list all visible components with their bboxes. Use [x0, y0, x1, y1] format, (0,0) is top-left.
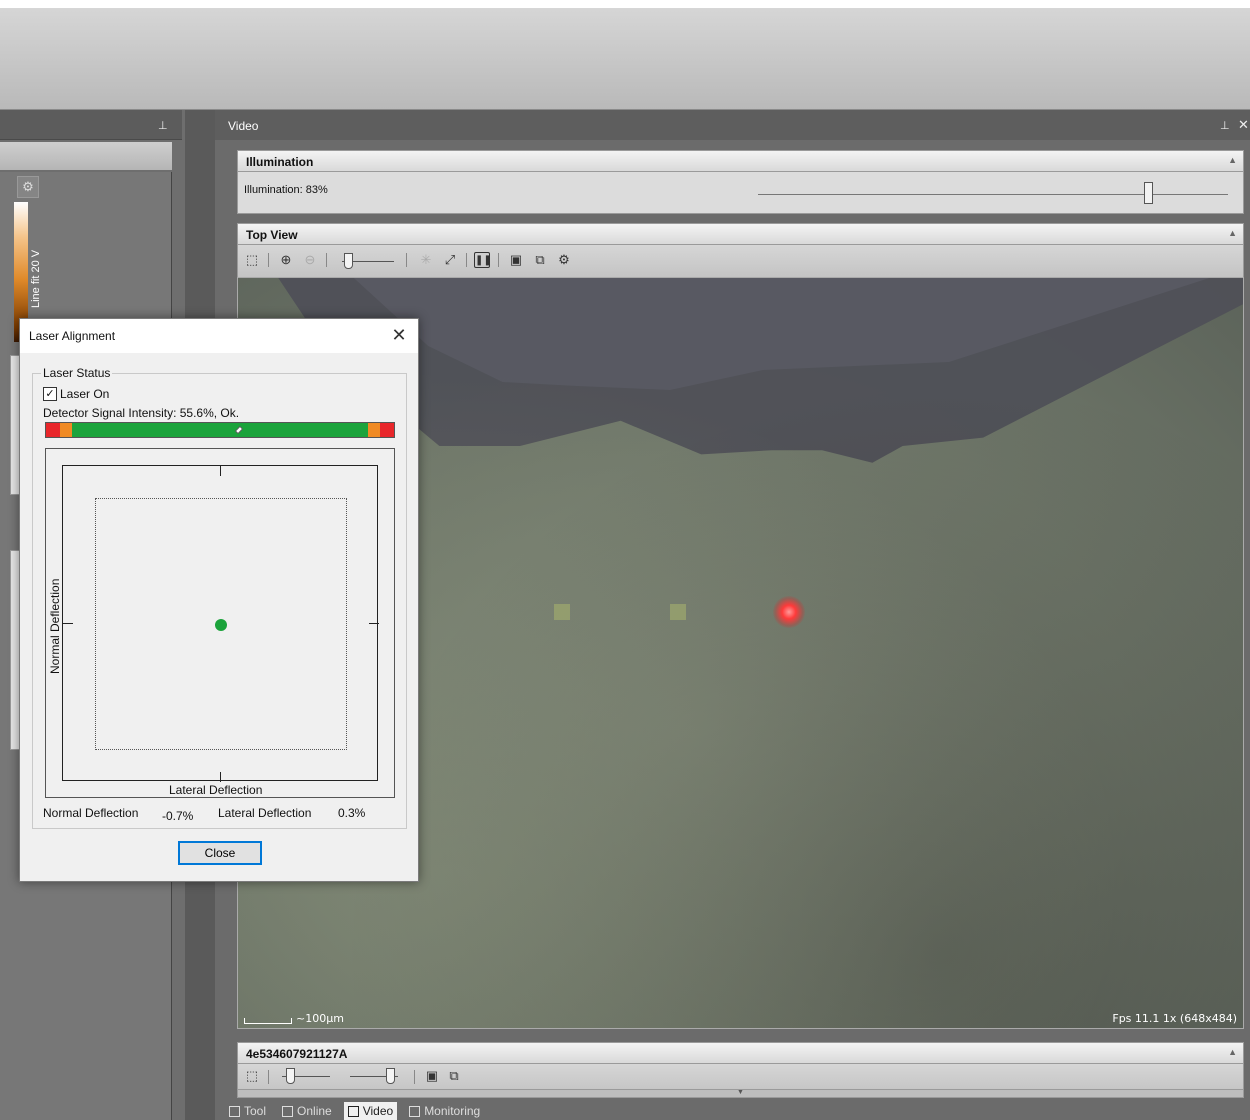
dialog-titlebar[interactable]: Laser Alignment ✕: [20, 319, 418, 353]
plot-tick: [220, 772, 221, 782]
checkbox-box[interactable]: ✓: [43, 387, 57, 401]
normal-deflection-value: -0.7%: [162, 809, 194, 823]
tab-label: Online: [297, 1104, 332, 1118]
toolbar-separator: [498, 253, 499, 267]
fps-label: Fps 11.1 1x (648x484): [1112, 1012, 1237, 1025]
tab-video[interactable]: Video: [343, 1102, 398, 1120]
deflection-plot: Normal Deflection Lateral Deflection: [45, 448, 395, 798]
ribbon-area: [0, 0, 1250, 110]
signal-warn-high: [368, 423, 380, 437]
tab-label: Monitoring: [424, 1104, 481, 1118]
signal-intensity-bar: [45, 422, 395, 438]
title-strip: [0, 0, 1250, 8]
plot-outer-box: [62, 465, 379, 782]
dialog-title: Laser Alignment: [29, 329, 116, 343]
bottom-tab-strip: Tool Online Video Monitoring: [225, 1102, 484, 1120]
colorbar-label: Line fit 20 V: [30, 249, 42, 308]
close-button[interactable]: Close: [178, 841, 262, 865]
tab-icon: [409, 1105, 421, 1117]
tab-icon: [347, 1105, 359, 1117]
video-dock-title: Video: [228, 119, 259, 133]
close-icon[interactable]: ✕: [1238, 117, 1249, 133]
toolbar-separator: [406, 253, 407, 267]
collapse-icon[interactable]: ▲: [1228, 228, 1237, 238]
laser-status-label: Laser Status: [41, 366, 113, 380]
signal-marker: [235, 426, 244, 434]
laser-on-label: Laser On: [60, 387, 110, 401]
pin-icon[interactable]: ⊥: [158, 119, 168, 132]
pause-icon[interactable]: ❚❚: [474, 252, 492, 268]
illumination-slider-thumb[interactable]: [1144, 182, 1154, 204]
laser-alignment-dialog: Laser Alignment ✕ Laser Status ✓ Laser O…: [19, 318, 419, 882]
tab-label: Tool: [244, 1104, 267, 1118]
laser-status-group: Laser Status ✓ Laser On Detector Signal …: [32, 366, 407, 829]
laser-spot: [773, 596, 805, 628]
plot-tick: [63, 623, 73, 624]
axis-y-label: Normal Deflection: [48, 578, 62, 674]
collapse-icon[interactable]: ▲: [1228, 1047, 1237, 1057]
signal-error-low: [46, 423, 60, 437]
signal-warn-low: [60, 423, 72, 437]
select-icon[interactable]: ⬚: [244, 252, 260, 268]
toolbar-separator: [268, 253, 269, 267]
laser-on-checkbox[interactable]: ✓ Laser On: [43, 387, 109, 401]
tab-label: Video: [362, 1104, 394, 1118]
reflection-spot: [670, 604, 686, 620]
tab-icon: [282, 1105, 294, 1117]
zoom-slider-thumb[interactable]: [344, 253, 353, 269]
plot-tick: [220, 466, 221, 476]
illumination-slider-track[interactable]: [758, 194, 1228, 195]
toolbar-separator: [414, 1070, 415, 1084]
illumination-label: Illumination: 83%: [244, 184, 328, 196]
copy-icon[interactable]: ⧉: [446, 1068, 462, 1084]
top-view-header[interactable]: Top View ▲: [237, 223, 1244, 245]
gear-icon[interactable]: ⚙: [17, 176, 39, 198]
scale-bar: [244, 1018, 292, 1024]
plot-tick: [369, 623, 379, 624]
crosshair-icon[interactable]: ✳: [418, 252, 434, 268]
signal-error-high: [380, 423, 394, 437]
scale-label: ~100µm: [296, 1012, 344, 1025]
illumination-body: Illumination: 83%: [237, 172, 1244, 214]
select-icon[interactable]: ⬚: [244, 1068, 260, 1084]
tab-monitoring[interactable]: Monitoring: [405, 1102, 484, 1120]
lateral-deflection-value: 0.3%: [338, 806, 366, 820]
camera-toolbar: ⬚ ▣ ⧉: [237, 1064, 1244, 1090]
top-view-toolbar: ⬚ ⊕ ⊖ ✳ ⤢ ❚❚ ▣ ⧉ ⚙: [237, 245, 1244, 277]
signal-intensity-text: Detector Signal Intensity: 55.6%, Ok.: [43, 406, 240, 420]
left-dock-subheader: [0, 142, 172, 170]
save-icon[interactable]: ▣: [424, 1068, 440, 1084]
close-icon[interactable]: ✕: [388, 324, 410, 346]
normal-deflection-label: Normal Deflection: [43, 806, 139, 820]
tab-icon: [229, 1105, 240, 1117]
copy-icon[interactable]: ⧉: [532, 252, 548, 268]
camera-slider-1-thumb[interactable]: [286, 1068, 295, 1084]
save-icon[interactable]: ▣: [508, 252, 524, 268]
tab-tool[interactable]: Tool: [225, 1102, 270, 1120]
zoom-out-icon[interactable]: ⊖: [302, 252, 318, 268]
toolbar-separator: [326, 253, 327, 267]
panel-scroll-handle[interactable]: ▼: [237, 1089, 1244, 1098]
illumination-title: Illumination: [246, 155, 314, 169]
illumination-header[interactable]: Illumination ▲: [237, 150, 1244, 172]
camera-panel-title: 4e534607921127A: [246, 1047, 348, 1061]
zoom-in-icon[interactable]: ⊕: [278, 252, 294, 268]
toolbar-separator: [268, 1070, 269, 1084]
reflection-spot: [554, 604, 570, 620]
gear-icon[interactable]: ⚙: [556, 252, 572, 268]
lateral-deflection-label: Lateral Deflection: [218, 806, 312, 820]
tab-online[interactable]: Online: [278, 1102, 336, 1120]
axis-x-label: Lateral Deflection: [169, 783, 263, 797]
camera-panel-header[interactable]: 4e534607921127A ▲: [237, 1042, 1244, 1064]
pin-icon[interactable]: ⊥: [1220, 119, 1230, 132]
camera-slider-2-thumb[interactable]: [386, 1068, 395, 1084]
top-view-title: Top View: [246, 228, 298, 242]
video-dock-header: Video ⊥ ✕: [215, 110, 1250, 140]
collapse-icon[interactable]: ▲: [1228, 155, 1237, 165]
toolbar-separator: [466, 253, 467, 267]
left-dock-header: ⊥: [0, 110, 182, 140]
fit-icon[interactable]: ⤢: [442, 252, 458, 268]
